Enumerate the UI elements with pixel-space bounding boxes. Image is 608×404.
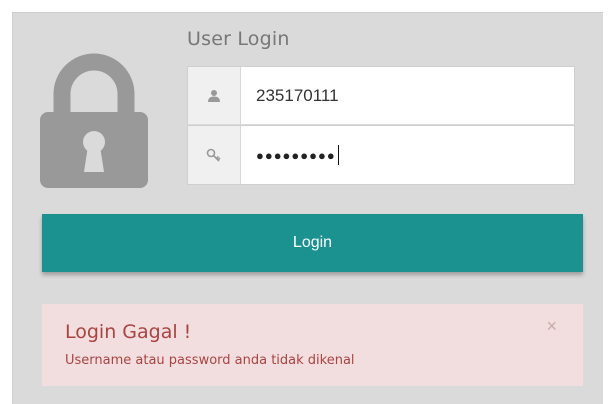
password-addon xyxy=(188,126,241,184)
close-icon[interactable]: × xyxy=(546,317,557,335)
login-title: User Login xyxy=(187,28,290,50)
key-icon xyxy=(206,148,221,162)
password-dots: ●●●●●●●●● xyxy=(256,147,336,163)
username-field[interactable]: 235170111 xyxy=(187,66,575,124)
username-addon xyxy=(188,67,241,124)
user-icon xyxy=(208,89,220,102)
alert-title: Login Gagal ! xyxy=(65,321,192,343)
login-button[interactable]: Login xyxy=(42,214,583,272)
text-caret xyxy=(337,145,339,165)
alert-message: Username atau password anda tidak dikena… xyxy=(65,353,355,368)
password-value[interactable]: ●●●●●●●●● xyxy=(256,126,339,184)
lock-icon xyxy=(40,53,148,188)
username-value[interactable]: 235170111 xyxy=(256,67,339,124)
error-alert: Login Gagal ! Username atau password and… xyxy=(42,304,583,386)
password-field[interactable]: ●●●●●●●●● xyxy=(187,125,575,185)
